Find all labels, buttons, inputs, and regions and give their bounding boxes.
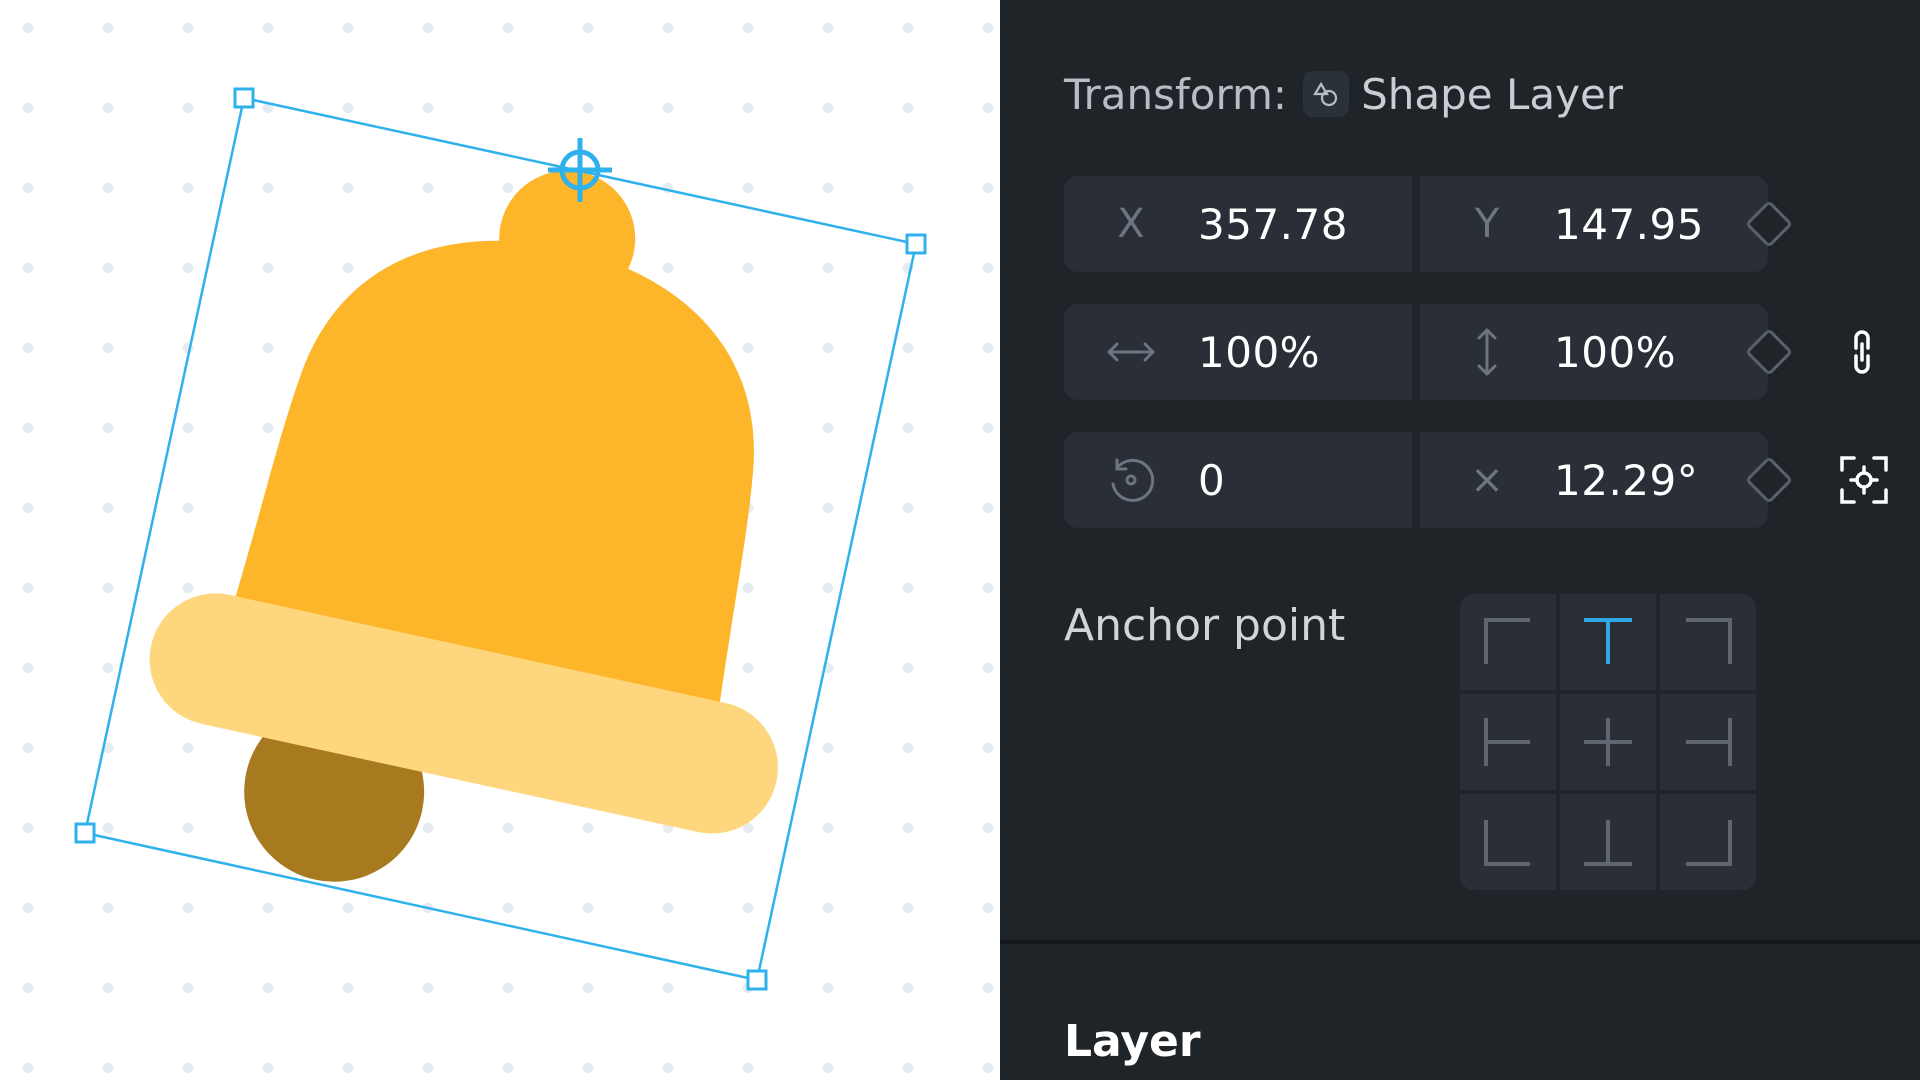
canvas-artwork bbox=[74, 87, 927, 991]
rotation-angle-value[interactable]: 12.29° bbox=[1554, 456, 1698, 505]
transform-header: Transform: Shape Layer bbox=[1064, 66, 1623, 122]
focus-anchor-icon[interactable] bbox=[1836, 452, 1892, 508]
anchor-bottom-left[interactable] bbox=[1460, 794, 1556, 890]
transform-title: Transform: bbox=[1064, 69, 1288, 119]
scale-width-field[interactable]: 100% bbox=[1064, 304, 1412, 400]
scale-width-value[interactable]: 100% bbox=[1198, 328, 1320, 377]
anchor-bottom-center[interactable] bbox=[1560, 794, 1656, 890]
rotation-turns-value[interactable]: 0 bbox=[1198, 456, 1225, 505]
anchor-center[interactable] bbox=[1560, 694, 1656, 790]
vertical-arrows-icon bbox=[1420, 326, 1554, 378]
y-value[interactable]: 147.95 bbox=[1554, 200, 1704, 249]
x-value[interactable]: 357.78 bbox=[1198, 200, 1348, 249]
scale-height-value[interactable]: 100% bbox=[1554, 328, 1676, 377]
properties-panel: Transform: Shape Layer X 357.78 Y 147.95… bbox=[1000, 0, 1920, 1080]
scale-height-field[interactable]: 100% bbox=[1420, 304, 1768, 400]
anchor-top-center[interactable] bbox=[1560, 594, 1656, 690]
section-divider bbox=[1000, 940, 1920, 944]
anchor-bottom-right[interactable] bbox=[1660, 794, 1756, 890]
rotate-icon bbox=[1064, 454, 1198, 506]
shape-layer-icon bbox=[1303, 71, 1350, 117]
canvas[interactable] bbox=[0, 0, 1000, 1080]
resize-handle-top-right[interactable] bbox=[905, 233, 927, 255]
bell-shape[interactable] bbox=[110, 104, 895, 971]
resize-handle-top-left[interactable] bbox=[233, 87, 255, 109]
rotation-turns-field[interactable]: 0 bbox=[1064, 432, 1412, 528]
y-label: Y bbox=[1474, 201, 1500, 247]
anchor-top-right[interactable] bbox=[1660, 594, 1756, 690]
resize-handle-bottom-left[interactable] bbox=[74, 822, 96, 844]
x-label: X bbox=[1117, 201, 1145, 247]
anchor-point-label: Anchor point bbox=[1064, 600, 1346, 651]
anchor-point-grid bbox=[1460, 594, 1756, 890]
multiplier-label: × bbox=[1470, 457, 1504, 503]
position-x-field[interactable]: X 357.78 bbox=[1064, 176, 1412, 272]
anchor-middle-right[interactable] bbox=[1660, 694, 1756, 790]
anchor-top-left[interactable] bbox=[1460, 594, 1556, 690]
layer-section-title[interactable]: Layer bbox=[1064, 1016, 1201, 1067]
layer-name: Shape Layer bbox=[1361, 69, 1624, 119]
link-icon[interactable] bbox=[1838, 326, 1886, 378]
position-y-field[interactable]: Y 147.95 bbox=[1420, 176, 1768, 272]
horizontal-arrows-icon bbox=[1064, 337, 1198, 367]
resize-handle-bottom-right[interactable] bbox=[746, 969, 768, 991]
rotation-angle-field[interactable]: × 12.29° bbox=[1420, 432, 1768, 528]
anchor-middle-left[interactable] bbox=[1460, 694, 1556, 790]
